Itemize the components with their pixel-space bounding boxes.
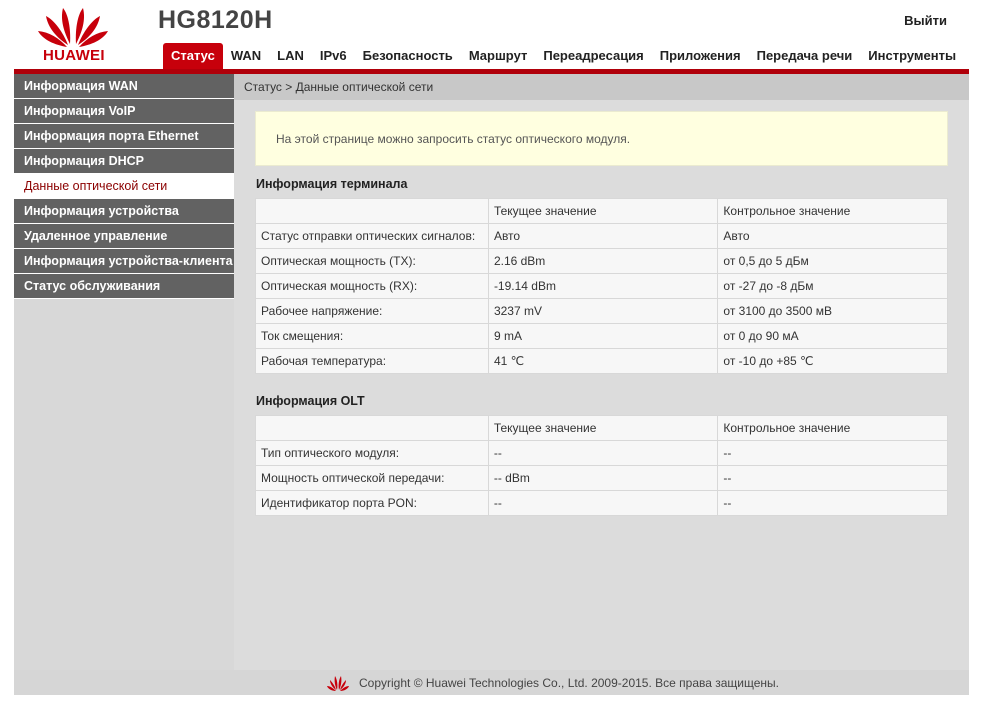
current-value: 9 mA — [487, 323, 719, 349]
olt-section-title: Информация OLT — [256, 394, 365, 408]
footer: Copyright © Huawei Technologies Co., Ltd… — [14, 670, 969, 695]
page-frame: HUAWEI HG8120H Выйти Статус WAN LAN IPv6… — [14, 0, 969, 695]
huawei-footer-logo-icon — [327, 676, 349, 691]
reference-value: от -10 до +85 ℃ — [717, 348, 948, 374]
tab-ipv6[interactable]: IPv6 — [312, 43, 355, 69]
table-row: Идентификатор порта PON: -- -- — [255, 490, 948, 516]
top-nav: Статус WAN LAN IPv6 Безопасность Маршрут… — [163, 43, 964, 69]
sidebar-item-wan-info[interactable]: Информация WAN — [14, 74, 234, 99]
current-value: 41 ℃ — [487, 348, 719, 374]
copyright-text: Copyright © Huawei Technologies Co., Ltd… — [359, 676, 779, 690]
current-value: Авто — [487, 223, 719, 249]
row-label: Тип оптического модуля: — [255, 440, 489, 466]
table-header-cell: Текущее значение — [487, 198, 719, 224]
table-row: Ток смещения: 9 mA от 0 до 90 мА — [255, 323, 948, 349]
page-description: На этой странице можно запросить статус … — [255, 111, 948, 166]
row-label: Рабочая температура: — [255, 348, 489, 374]
tab-wan[interactable]: WAN — [223, 43, 269, 69]
table-header-cell: Текущее значение — [487, 415, 719, 441]
sidebar-item-service-status[interactable]: Статус обслуживания — [14, 274, 234, 299]
tab-lan[interactable]: LAN — [269, 43, 312, 69]
tab-voice[interactable]: Передача речи — [749, 43, 861, 69]
sidebar-item-remote-management[interactable]: Удаленное управление — [14, 224, 234, 249]
reference-value: -- — [717, 440, 948, 466]
table-row: Рабочая температура: 41 ℃ от -10 до +85 … — [255, 348, 948, 374]
current-value: -- dBm — [487, 465, 719, 491]
reference-value: Авто — [717, 223, 948, 249]
reference-value: от 3100 до 3500 мВ — [717, 298, 948, 324]
table-header-row: Текущее значение Контрольное значение — [255, 415, 948, 441]
reference-value: от 0 до 90 мА — [717, 323, 948, 349]
reference-value: -- — [717, 490, 948, 516]
table-row: Оптическая мощность (TX): 2.16 dBm от 0,… — [255, 248, 948, 274]
header: HUAWEI HG8120H Выйти Статус WAN LAN IPv6… — [14, 0, 969, 69]
table-header-cell — [255, 198, 489, 224]
table-row: Тип оптического модуля: -- -- — [255, 440, 948, 466]
reference-value: от 0,5 до 5 дБм — [717, 248, 948, 274]
terminal-section-title: Информация терминала — [256, 177, 408, 191]
row-label: Оптическая мощность (RX): — [255, 273, 489, 299]
tab-security[interactable]: Безопасность — [355, 43, 461, 69]
main-content: Статус > Данные оптической сети На этой … — [234, 74, 969, 670]
logout-link[interactable]: Выйти — [904, 13, 947, 28]
tab-tools[interactable]: Инструменты — [860, 43, 964, 69]
reference-value: -- — [717, 465, 948, 491]
current-value: -- — [487, 490, 719, 516]
table-row: Мощность оптической передачи: -- dBm -- — [255, 465, 948, 491]
row-label: Идентификатор порта PON: — [255, 490, 489, 516]
sidebar-item-client-device-info[interactable]: Информация устройства-клиента — [14, 249, 234, 274]
olt-info-table: Текущее значение Контрольное значение Ти… — [255, 415, 948, 516]
current-value: 2.16 dBm — [487, 248, 719, 274]
row-label: Оптическая мощность (TX): — [255, 248, 489, 274]
current-value: -19.14 dBm — [487, 273, 719, 299]
table-row: Рабочее напряжение: 3237 mV от 3100 до 3… — [255, 298, 948, 324]
tab-status[interactable]: Статус — [163, 43, 223, 69]
table-header-cell: Контрольное значение — [717, 198, 948, 224]
sidebar-item-optical-info[interactable]: Данные оптической сети — [14, 174, 234, 199]
terminal-info-table: Текущее значение Контрольное значение Ст… — [255, 198, 948, 374]
table-header-cell: Контрольное значение — [717, 415, 948, 441]
reference-value: от -27 до -8 дБм — [717, 273, 948, 299]
sidebar: Информация WAN Информация VoIP Информаци… — [14, 74, 234, 670]
tab-forwarding[interactable]: Переадресация — [535, 43, 651, 69]
sidebar-item-voip-info[interactable]: Информация VoIP — [14, 99, 234, 124]
device-model-title: HG8120H — [158, 6, 273, 34]
current-value: -- — [487, 440, 719, 466]
brand-name: HUAWEI — [43, 47, 105, 64]
tab-applications[interactable]: Приложения — [652, 43, 749, 69]
row-label: Статус отправки оптических сигналов: — [255, 223, 489, 249]
table-header-cell — [255, 415, 489, 441]
table-row: Оптическая мощность (RX): -19.14 dBm от … — [255, 273, 948, 299]
row-label: Мощность оптической передачи: — [255, 465, 489, 491]
sidebar-item-ethernet-port-info[interactable]: Информация порта Ethernet — [14, 124, 234, 149]
row-label: Рабочее напряжение: — [255, 298, 489, 324]
row-label: Ток смещения: — [255, 323, 489, 349]
breadcrumb: Статус > Данные оптической сети — [234, 74, 969, 100]
sidebar-item-dhcp-info[interactable]: Информация DHCP — [14, 149, 234, 174]
table-header-row: Текущее значение Контрольное значение — [255, 198, 948, 224]
current-value: 3237 mV — [487, 298, 719, 324]
tab-route[interactable]: Маршрут — [461, 43, 536, 69]
sidebar-item-device-info[interactable]: Информация устройства — [14, 199, 234, 224]
table-row: Статус отправки оптических сигналов: Авт… — [255, 223, 948, 249]
